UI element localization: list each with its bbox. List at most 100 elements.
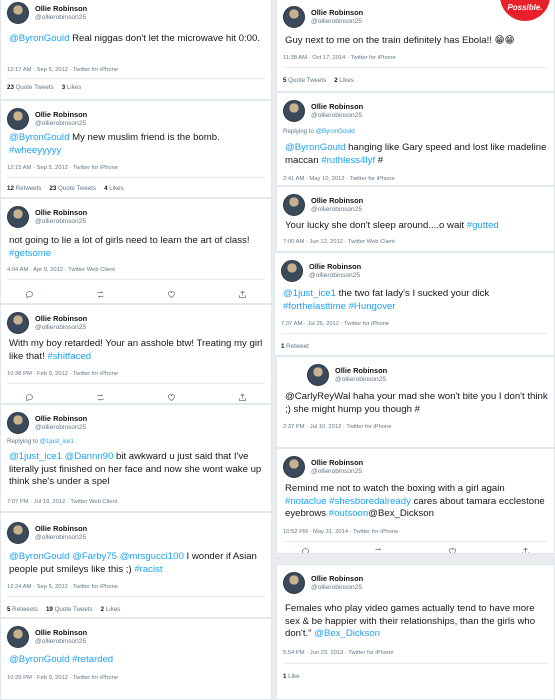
like-icon[interactable] — [166, 288, 178, 300]
mention-link[interactable]: @Dannn90 — [65, 451, 114, 462]
share-icon[interactable] — [237, 288, 249, 300]
tweet-timestamp[interactable]: 11:38 AM · Oct 17, 2014 · Twitter for iP… — [283, 55, 396, 61]
tweet-timestamp[interactable]: 10:52 PM · May 31, 2014 · Twitter for iP… — [283, 529, 398, 535]
retweet-icon[interactable] — [94, 391, 106, 403]
stat-item[interactable]: 23 Quote Tweets — [7, 84, 54, 91]
avatar[interactable] — [283, 456, 305, 478]
avatar[interactable] — [281, 260, 303, 282]
tweet-timestamp[interactable]: 4:04 AM · Apr 9, 2012 · Twitter Web Clie… — [7, 267, 115, 273]
avatar[interactable] — [283, 572, 305, 594]
tweet-card[interactable]: Ollie Robinson @ollierobinson25 Replying … — [276, 92, 555, 186]
share-icon[interactable] — [237, 391, 249, 403]
tweet-timestamp[interactable]: 5:54 PM · Jun 23, 2013 · Twitter for iPh… — [283, 650, 393, 656]
tweet-timestamp[interactable]: 12:24 AM · Sep 5, 2012 · Twitter for iPh… — [7, 584, 118, 590]
tweet-stats[interactable]: 5 Retweets 19 Quote Tweets 2 Likes — [7, 606, 120, 613]
tweet-stats[interactable]: 1 Retweet — [281, 343, 309, 350]
retweet-icon[interactable] — [94, 288, 106, 300]
avatar[interactable] — [7, 522, 29, 544]
share-icon[interactable] — [520, 545, 532, 553]
tweet-card[interactable]: Ollie Robinson @ollierobinson25 @ByronGou… — [0, 100, 272, 198]
author-handle[interactable]: @ollierobinson25 — [311, 583, 363, 592]
mention-link[interactable]: @Farby75 — [72, 551, 117, 562]
author-handle[interactable]: @ollierobinson25 — [35, 217, 87, 226]
author-name[interactable]: Ollie Robinson — [35, 524, 87, 533]
author-handle[interactable]: @ollierobinson25 — [311, 17, 363, 26]
tweet-card[interactable]: Ollie Robinson @ollierobinson25 With my b… — [0, 304, 272, 404]
hashtag-link[interactable]: #retarded — [72, 654, 113, 665]
author-name[interactable]: Ollie Robinson — [311, 458, 363, 467]
stat-item[interactable]: 1 Retweet — [281, 343, 309, 350]
tweet-card[interactable]: Ollie Robinson @ollierobinson25 Replying … — [0, 404, 272, 512]
mention-link[interactable]: @ByronGould — [9, 33, 69, 44]
author-handle[interactable]: @ollierobinson25 — [35, 533, 87, 542]
stat-item[interactable]: 2 Likes — [101, 606, 121, 613]
avatar[interactable] — [283, 100, 305, 122]
like-icon[interactable] — [446, 545, 458, 553]
mention-link[interactable]: @Bex_Dickson — [314, 628, 380, 639]
avatar[interactable] — [7, 206, 29, 228]
author-name[interactable]: Ollie Robinson — [35, 4, 87, 13]
avatar[interactable] — [7, 108, 29, 130]
tweet-stats[interactable]: 5 Quote Tweets 2 Likes — [283, 77, 354, 84]
reply-to-link[interactable]: @ByronGould — [316, 128, 355, 135]
author-name[interactable]: Ollie Robinson — [35, 414, 87, 423]
tweet-stats[interactable]: 23 Quote Tweets 3 Likes — [7, 84, 81, 91]
hashtag-link[interactable]: #forthelasttime — [283, 301, 346, 312]
tweet-card[interactable]: Ollie Robinson @ollierobinson25 Your luck… — [276, 186, 555, 252]
author-name[interactable]: Ollie Robinson — [311, 196, 363, 205]
tweet-card[interactable]: Possible. Ollie Robinson @ollierobinson25… — [276, 0, 555, 92]
tweet-timestamp[interactable]: 12:17 AM · Sep 5, 2012 · Twitter for iPh… — [7, 67, 118, 73]
tweet-timestamp[interactable]: 2:37 PM · Jul 10, 2012 · Twitter for iPh… — [283, 424, 391, 430]
tweet-card[interactable]: Ollie Robinson @ollierobinson25 @1just_ic… — [274, 252, 555, 356]
tweet-timestamp[interactable]: 12:15 AM · Sep 5, 2012 · Twitter for iPh… — [7, 165, 118, 171]
tweet-stats[interactable]: 12 Retweets 23 Quote Tweets 4 Likes — [7, 185, 124, 192]
avatar[interactable] — [283, 6, 305, 28]
author-name[interactable]: Ollie Robinson — [35, 110, 87, 119]
stat-item[interactable]: 1 Like — [283, 673, 300, 680]
hashtag-link[interactable]: #shesboredalready — [329, 496, 411, 507]
hashtag-link[interactable]: #ruthless4lyf — [321, 155, 375, 166]
tweet-timestamp[interactable]: 10:39 PM · Feb 9, 2012 · Twitter for iPh… — [7, 675, 118, 681]
reply-icon[interactable] — [299, 545, 311, 553]
author-handle[interactable]: @ollierobinson25 — [35, 323, 87, 332]
hashtag-link[interactable]: #outsoon — [329, 508, 368, 519]
tweet-card[interactable]: Ollie Robinson @ollierobinson25 @ByronGou… — [0, 618, 272, 700]
reply-to-link[interactable]: @1just_ice1 — [40, 438, 74, 445]
mention-link[interactable]: @1just_ice1 — [283, 288, 336, 299]
mention-link[interactable]: @1just_ice1 — [9, 451, 62, 462]
mention-link[interactable]: @ByronGould — [285, 142, 345, 153]
author-handle[interactable]: @ollierobinson25 — [335, 375, 387, 384]
avatar[interactable] — [7, 312, 29, 334]
mention-link[interactable]: @ByronGould — [9, 551, 69, 562]
tweet-card[interactable]: Ollie Robinson @ollierobinson25 @ByronGou… — [0, 512, 272, 618]
author-handle[interactable]: @ollierobinson25 — [35, 119, 87, 128]
tweet-card[interactable]: Ollie Robinson @ollierobinson25 Females w… — [276, 564, 555, 700]
retweet-icon[interactable] — [373, 545, 385, 553]
author-handle[interactable]: @ollierobinson25 — [35, 13, 87, 22]
stat-item[interactable]: 3 Likes — [62, 84, 82, 91]
stat-item[interactable]: 5 Quote Tweets — [283, 77, 326, 84]
tweet-timestamp[interactable]: 2:41 AM · May 10, 2012 · Twitter for iPh… — [283, 176, 395, 182]
author-handle[interactable]: @ollierobinson25 — [35, 423, 87, 432]
mention-link[interactable]: @mrsgucci100 — [120, 551, 184, 562]
avatar[interactable] — [283, 194, 305, 216]
author-name[interactable]: Ollie Robinson — [35, 314, 87, 323]
author-name[interactable]: Ollie Robinson — [309, 262, 361, 271]
hashtag-link[interactable]: #gutted — [467, 220, 499, 231]
stat-item[interactable]: 23 Quote Tweets — [49, 185, 96, 192]
author-name[interactable]: Ollie Robinson — [311, 574, 363, 583]
stat-item[interactable]: 5 Retweets — [7, 606, 38, 613]
hashtag-link[interactable]: #getsome — [9, 248, 51, 259]
avatar[interactable] — [7, 2, 29, 24]
author-handle[interactable]: @ollierobinson25 — [35, 637, 87, 646]
author-handle[interactable]: @ollierobinson25 — [311, 205, 363, 214]
tweet-card[interactable]: Ollie Robinson @ollierobinson25 Remind me… — [276, 448, 555, 554]
stat-item[interactable]: 2 Likes — [334, 77, 354, 84]
tweet-timestamp[interactable]: 10:38 PM · Feb 9, 2012 · Twitter for iPh… — [7, 371, 118, 377]
mention-link[interactable]: @ByronGould — [9, 654, 69, 665]
hashtag-link[interactable]: #Hungover — [349, 301, 396, 312]
tweet-card[interactable]: Ollie Robinson @ollierobinson25 not going… — [0, 198, 272, 304]
tweet-timestamp[interactable]: 7:07 PM · Jul 19, 2012 · Twitter Web Cli… — [7, 499, 117, 505]
author-name[interactable]: Ollie Robinson — [35, 628, 87, 637]
hashtag-link[interactable]: #shitfaced — [47, 351, 91, 362]
